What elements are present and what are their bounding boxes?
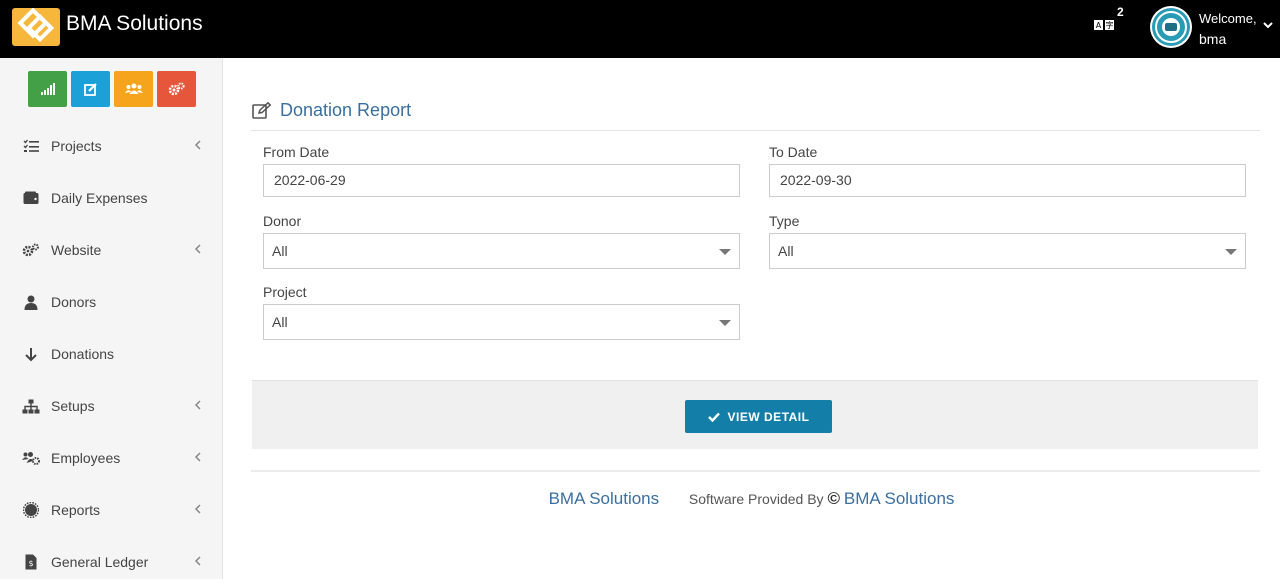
sidebar-item-donations[interactable]: Donations [0,328,222,380]
sidebar: Projects Daily Expenses Website Donors D… [0,58,223,579]
chevron-left-icon [194,244,201,254]
sidebar-item-employees[interactable]: Employees [0,432,222,484]
user-icon [22,293,40,311]
brand-logo[interactable] [12,7,60,46]
chevron-left-icon [194,556,201,566]
quick-button-settings[interactable] [157,71,196,107]
project-select[interactable]: All [263,304,740,340]
sidebar-item-donors[interactable]: Donors [0,276,222,328]
chevron-left-icon [194,504,201,514]
to-date-label: To Date [769,144,818,160]
dropdown-arrow-icon [1225,249,1237,255]
file-invoice-icon: $ [22,553,40,571]
sidebar-item-label: General Ledger [51,554,149,570]
brand-name[interactable]: BMA Solutions [66,12,203,36]
sidebar-nav: Projects Daily Expenses Website Donors D… [0,120,222,588]
avatar[interactable] [1150,6,1192,48]
language-icon[interactable]: A 字 [1094,18,1114,32]
users-icon [124,83,143,94]
sidebar-item-label: Donations [51,346,115,362]
quick-button-edit[interactable] [71,71,110,107]
svg-text:$: $ [28,559,33,568]
check-icon [707,412,720,422]
quick-button-stats[interactable] [28,71,67,107]
quick-button-users[interactable] [114,71,153,107]
sidebar-item-daily-expenses[interactable]: Daily Expenses [0,172,222,224]
cogs-icon [22,241,40,259]
svg-text:字: 字 [1106,20,1114,30]
project-select-value: All [272,314,288,330]
wallet-icon [22,189,40,207]
edit-icon [83,83,97,96]
chevron-down-icon[interactable] [1261,18,1275,32]
view-detail-button[interactable]: VIEW DETAIL [685,400,832,433]
donor-label: Donor [263,213,302,229]
form-actions: VIEW DETAIL [252,380,1258,449]
sidebar-item-projects[interactable]: Projects [0,120,222,172]
sidebar-item-general-ledger[interactable]: $ General Ledger [0,536,222,588]
welcome-text: Welcome, [1199,11,1257,26]
divider [251,470,1260,472]
user-menu[interactable]: Welcome, bma [1199,9,1257,49]
donor-group: Donor All [263,213,740,269]
project-group: Project All [263,284,740,340]
to-date-input[interactable]: 2022-09-30 [769,164,1246,197]
signal-icon [40,83,55,95]
sidebar-item-website[interactable]: Website [0,224,222,276]
chevron-left-icon [194,140,201,150]
sidebar-item-label: Setups [51,398,95,414]
footer-provided-by: Software Provided By [688,491,824,507]
list-icon [22,137,40,155]
chevron-left-icon [194,452,201,462]
cogs-icon [168,82,185,96]
main-content: Donation Report From Date 2022-06-29 To … [223,58,1280,579]
sitemap-icon [22,397,40,415]
notification-badge: 2 [1117,5,1124,19]
footer-company-link[interactable]: BMA Solutions [844,489,955,508]
quick-buttons [28,71,196,107]
chevron-left-icon [194,400,201,410]
sidebar-item-label: Website [51,242,102,258]
project-label: Project [263,284,307,300]
from-date-input[interactable]: 2022-06-29 [263,164,740,197]
arrow-down-icon [22,345,40,363]
sidebar-item-label: Employees [51,450,121,466]
from-date-label: From Date [263,144,330,160]
donor-select[interactable]: All [263,233,740,269]
username: bma [1199,31,1227,47]
page-title-text: Donation Report [280,100,412,120]
view-detail-label: VIEW DETAIL [727,409,810,424]
footer: BMA Solutions Software Provided By © BMA… [223,489,1280,509]
donor-select-value: All [272,243,288,259]
sidebar-item-label: Donors [51,294,97,310]
edit-icon [252,101,272,119]
dropdown-arrow-icon [719,320,731,326]
type-select[interactable]: All [769,233,1246,269]
copyright-icon: © [827,489,840,508]
type-group: Type All [769,213,1246,269]
top-navbar: BMA Solutions A 字 2 Welcome, bma [0,0,1280,58]
svg-text:A: A [1096,21,1102,30]
sidebar-item-label: Daily Expenses [51,190,148,206]
footer-brand[interactable]: BMA Solutions [549,489,660,508]
certificate-icon [22,501,40,519]
type-select-value: All [778,243,794,259]
type-label: Type [769,213,800,229]
to-date-group: To Date 2022-09-30 [769,144,1246,197]
users-cog-icon [22,449,40,467]
dropdown-arrow-icon [719,249,731,255]
sidebar-item-label: Projects [51,138,102,154]
sidebar-item-label: Reports [51,502,101,518]
page-title: Donation Report [252,100,411,121]
sidebar-item-reports[interactable]: Reports [0,484,222,536]
divider [251,130,1260,131]
from-date-group: From Date 2022-06-29 [263,144,740,197]
sidebar-item-setups[interactable]: Setups [0,380,222,432]
